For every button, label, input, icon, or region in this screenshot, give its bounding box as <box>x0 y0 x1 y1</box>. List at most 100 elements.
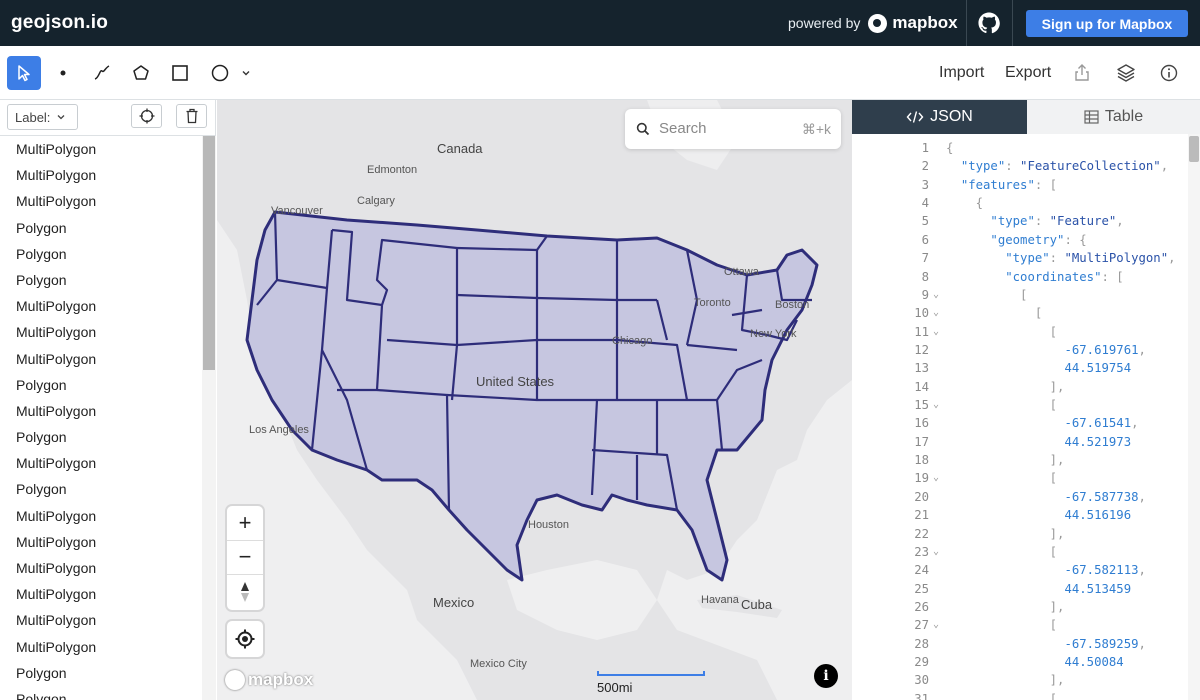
code-text[interactable]: [ <box>946 286 1027 304</box>
code-text[interactable]: { <box>946 194 983 212</box>
feature-list-item[interactable]: MultiPolygon <box>0 293 202 319</box>
code-text[interactable]: [ <box>946 323 1057 341</box>
code-text[interactable]: -67.619761, <box>946 341 1145 359</box>
fold-toggle-icon[interactable]: ⌄ <box>933 543 939 561</box>
feature-list-item[interactable]: MultiPolygon <box>0 607 202 633</box>
mapbox-header-logo[interactable]: mapbox <box>868 13 958 33</box>
label-select[interactable]: Label: <box>7 104 78 130</box>
code-text[interactable]: "type": "FeatureCollection", <box>946 157 1168 175</box>
code-text[interactable]: ], <box>946 598 1065 616</box>
signup-button[interactable]: Sign up for Mapbox <box>1026 10 1188 37</box>
code-text[interactable]: [ <box>946 690 1057 700</box>
code-text[interactable]: -67.589259, <box>946 635 1145 653</box>
json-number: 44.519754 <box>1064 361 1132 376</box>
code-text[interactable]: [ <box>946 616 1057 634</box>
zoom-in-button[interactable]: + <box>227 506 263 541</box>
point-tool-button[interactable] <box>46 56 80 90</box>
zoom-out-button[interactable]: − <box>227 541 263 576</box>
fold-toggle-icon[interactable]: ⌄ <box>933 616 939 634</box>
info-icon[interactable] <box>1159 63 1179 83</box>
fold-toggle-icon[interactable]: ⌄ <box>933 469 939 487</box>
zoom-to-features-button[interactable] <box>131 104 162 128</box>
feature-list-item[interactable]: Polygon <box>0 241 202 267</box>
share-icon[interactable] <box>1072 63 1092 83</box>
code-text[interactable]: 44.516196 <box>946 506 1131 524</box>
powered-by[interactable]: powered by mapbox <box>788 0 958 46</box>
feature-list-item[interactable]: MultiPolygon <box>0 529 202 555</box>
github-icon[interactable] <box>978 12 1000 34</box>
json-editor-scroll-thumb[interactable] <box>1189 136 1199 162</box>
mapbox-map-logo[interactable]: mapbox <box>225 670 313 690</box>
code-line: 19 ⌄ [ <box>852 469 1188 487</box>
feature-list-item[interactable]: MultiPolygon <box>0 581 202 607</box>
fold-toggle-icon[interactable]: ⌄ <box>933 396 939 414</box>
feature-list-item[interactable]: Polygon <box>0 215 202 241</box>
feature-list-item[interactable]: Polygon <box>0 424 202 450</box>
attribution-button[interactable]: i <box>814 664 838 688</box>
feature-list-item[interactable]: MultiPolygon <box>0 555 202 581</box>
code-text[interactable]: { <box>946 139 953 157</box>
line-number: 13 <box>914 361 929 376</box>
json-punct <box>946 159 961 173</box>
code-text[interactable]: 44.521973 <box>946 433 1131 451</box>
feature-list-item[interactable]: Polygon <box>0 267 202 293</box>
json-punct <box>946 490 1064 504</box>
geolocate-button[interactable] <box>227 621 263 657</box>
code-text[interactable]: [ <box>946 543 1057 561</box>
feature-list-item[interactable]: MultiPolygon <box>0 450 202 476</box>
code-text[interactable]: -67.582113, <box>946 561 1145 579</box>
code-text[interactable]: 44.519754 <box>946 359 1131 377</box>
feature-list-item[interactable]: Polygon <box>0 660 202 686</box>
feature-list-item[interactable]: MultiPolygon <box>0 634 202 660</box>
fold-toggle-icon[interactable]: ⌄ <box>933 304 939 322</box>
feature-list-item[interactable]: MultiPolygon <box>0 398 202 424</box>
select-tool-button[interactable] <box>7 56 41 90</box>
code-text[interactable]: "coordinates": [ <box>946 268 1123 286</box>
feature-list-item[interactable]: Polygon <box>0 686 202 700</box>
code-text[interactable]: ], <box>946 451 1065 469</box>
code-text[interactable]: ], <box>946 525 1065 543</box>
map-search-box[interactable]: Search ⌘+k <box>625 109 841 149</box>
feature-list-item[interactable]: Polygon <box>0 476 202 502</box>
map-canvas[interactable]: Canada Edmonton Calgary Vancouver Ottawa… <box>217 100 852 700</box>
tab-json[interactable]: JSON <box>852 100 1027 134</box>
code-text[interactable]: "features": [ <box>946 176 1057 194</box>
delete-features-button[interactable] <box>176 104 207 128</box>
feature-list-item[interactable]: Polygon <box>0 372 202 398</box>
feature-list-item[interactable]: MultiPolygon <box>0 319 202 345</box>
import-button[interactable]: Import <box>939 46 984 100</box>
shape-dropdown-button[interactable] <box>232 56 260 90</box>
fold-toggle-icon[interactable]: ⌄ <box>933 286 939 304</box>
export-button[interactable]: Export <box>1005 46 1051 100</box>
json-code-editor[interactable]: 1{2 "type": "FeatureCollection", 3 "featu… <box>852 139 1188 700</box>
line-tool-button[interactable] <box>85 56 119 90</box>
feature-list-item[interactable]: MultiPolygon <box>0 188 202 214</box>
tab-table[interactable]: Table <box>1027 100 1200 134</box>
json-editor-scrollbar[interactable] <box>1188 134 1200 700</box>
app-title[interactable]: geojson.io <box>11 12 108 34</box>
rectangle-tool-button[interactable] <box>163 56 197 90</box>
feature-list-item[interactable]: MultiPolygon <box>0 503 202 529</box>
code-text[interactable]: "type": "MultiPolygon", <box>946 249 1175 267</box>
code-text[interactable]: -67.587738, <box>946 488 1145 506</box>
code-text[interactable]: "type": "Feature", <box>946 212 1123 230</box>
feature-list-scroll-thumb[interactable] <box>203 136 215 370</box>
code-text[interactable]: [ <box>946 469 1057 487</box>
feature-list-item[interactable]: MultiPolygon <box>0 162 202 188</box>
code-text[interactable]: [ <box>946 304 1042 322</box>
code-text[interactable]: 44.513459 <box>946 580 1131 598</box>
map-label-mexico-city: Mexico City <box>470 658 527 670</box>
fold-toggle-icon[interactable]: ⌄ <box>933 323 939 341</box>
code-text[interactable]: ], <box>946 378 1065 396</box>
feature-list-item[interactable]: MultiPolygon <box>0 136 202 162</box>
feature-list-item[interactable]: MultiPolygon <box>0 346 202 372</box>
code-text[interactable]: [ <box>946 396 1057 414</box>
polygon-tool-button[interactable] <box>124 56 158 90</box>
code-text[interactable]: 44.50084 <box>946 653 1123 671</box>
code-text[interactable]: "geometry": { <box>946 231 1086 249</box>
compass-button[interactable] <box>227 575 263 610</box>
layers-icon[interactable] <box>1116 63 1136 83</box>
code-text[interactable]: ], <box>946 671 1065 689</box>
code-text[interactable]: -67.61541, <box>946 414 1138 432</box>
json-punct: [ <box>946 398 1058 413</box>
